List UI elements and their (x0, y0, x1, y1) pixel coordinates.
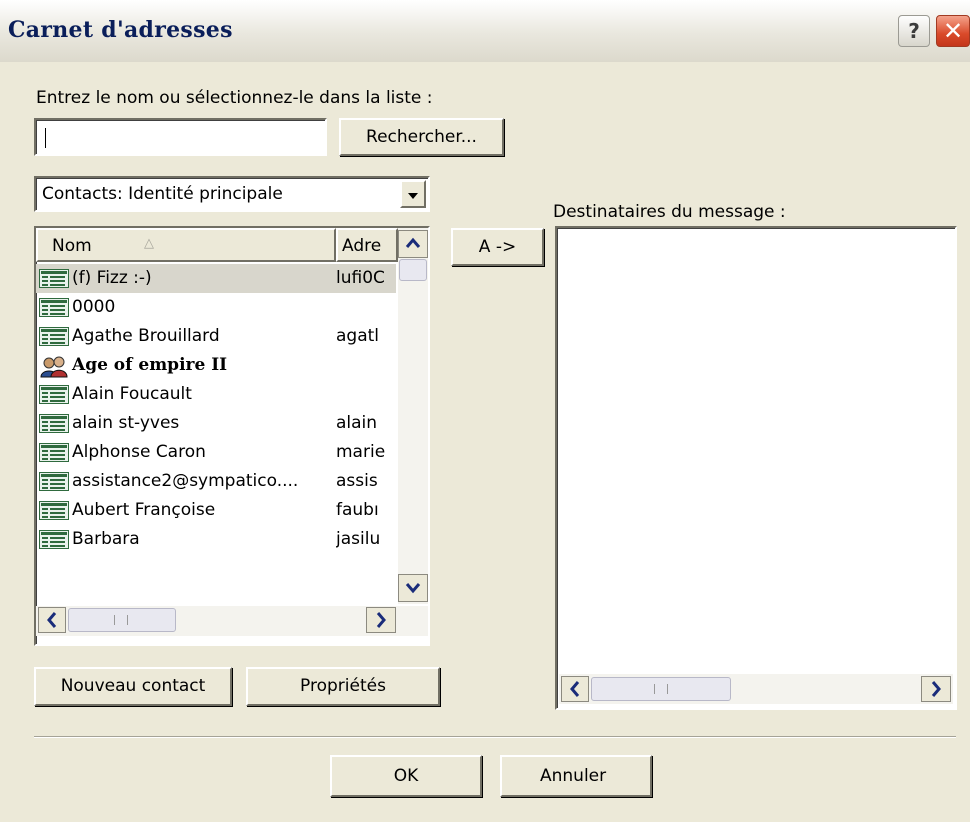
contact-row[interactable]: alain st-yves alain (36, 409, 396, 438)
scroll-thumb-horizontal[interactable] (591, 677, 731, 701)
scroll-down-icon[interactable] (398, 574, 428, 602)
column-header-name[interactable]: Nom △ (36, 228, 336, 262)
contact-name: alain st-yves (72, 413, 180, 433)
scroll-right-icon[interactable] (921, 676, 951, 702)
vertical-scrollbar[interactable] (398, 228, 428, 604)
separator (34, 736, 956, 738)
contact-list[interactable]: Nom △ Adre (f) Fizz :-) lufi0C 0000 Agathe … (34, 226, 430, 646)
new-contact-button[interactable]: Nouveau contact (34, 667, 232, 706)
contact-rows: (f) Fizz :-) lufi0C 0000 Agathe Brouillard a… (36, 264, 398, 604)
contact-name: Alphonse Caron (72, 442, 206, 462)
contact-email: alain (336, 413, 378, 433)
contact-row[interactable]: 0000 (36, 293, 396, 322)
scroll-thumb[interactable] (399, 259, 427, 281)
help-button[interactable]: ? (898, 15, 930, 47)
contact-card-icon (39, 472, 69, 491)
contact-card-icon (39, 414, 69, 433)
contact-email: lufi0C (336, 268, 385, 288)
grip-icon (654, 684, 668, 694)
contact-row[interactable]: Barbara jasilu (36, 525, 396, 554)
contact-card-icon (39, 501, 69, 520)
contact-card-icon (39, 443, 69, 462)
contact-card-icon (39, 269, 69, 288)
grip-icon (114, 615, 128, 625)
contact-email: assis (336, 471, 378, 491)
contact-row[interactable]: Alphonse Caron marie (36, 438, 396, 467)
scroll-thumb-horizontal[interactable] (68, 608, 176, 632)
contact-email: faubı (336, 500, 379, 520)
search-prompt: Entrez le nom ou sélectionnez-le dans la… (36, 88, 433, 108)
scroll-left-icon[interactable] (561, 676, 589, 702)
close-button[interactable]: ✕ (936, 15, 970, 47)
add-recipient-button[interactable]: A -> (451, 228, 544, 266)
sort-ascending-icon: △ (144, 236, 154, 251)
scroll-up-icon[interactable] (398, 230, 428, 258)
contact-name: 0000 (72, 297, 116, 317)
contact-email: agatl (336, 326, 380, 346)
contact-name: Barbara (72, 529, 140, 549)
selected-source: Contacts: Identité principale (42, 184, 283, 204)
contact-row[interactable]: assistance2@sympatico.... assis (36, 467, 396, 496)
column-header-address[interactable]: Adre (336, 228, 398, 262)
contact-row[interactable]: Aubert Françoise faubı (36, 496, 396, 525)
contact-name: Age of empire II (72, 355, 228, 375)
contact-name: Agathe Brouillard (72, 326, 220, 346)
contact-group-icon (39, 356, 69, 378)
search-input[interactable] (34, 118, 327, 156)
text-cursor (45, 128, 46, 148)
ok-button[interactable]: OK (330, 755, 482, 797)
horizontal-scrollbar[interactable] (36, 606, 428, 636)
contact-name: assistance2@sympatico.... (72, 471, 299, 491)
cancel-button[interactable]: Annuler (500, 755, 652, 797)
contact-name: (f) Fizz :-) (72, 268, 152, 288)
contact-name: Alain Foucault (72, 384, 192, 404)
contact-card-icon (39, 298, 69, 317)
contact-email: jasilu (336, 529, 381, 549)
recipients-list[interactable] (555, 226, 957, 710)
contact-row[interactable]: Agathe Brouillard agatl (36, 322, 396, 351)
recipients-horizontal-scrollbar[interactable] (559, 674, 953, 704)
properties-button[interactable]: Propriétés (246, 667, 440, 706)
window-title: Carnet d'adresses (8, 17, 233, 43)
contact-card-icon (39, 385, 69, 404)
search-button[interactable]: Rechercher... (339, 118, 504, 156)
address-book-select[interactable]: Contacts: Identité principale (34, 176, 430, 212)
contact-row[interactable]: Alain Foucault (36, 380, 396, 409)
contact-name: Aubert Françoise (72, 500, 216, 520)
scroll-left-icon[interactable] (38, 607, 66, 633)
contact-card-icon (39, 530, 69, 549)
contact-card-icon (39, 327, 69, 346)
dropdown-arrow-icon[interactable] (400, 180, 426, 208)
contact-email: marie (336, 442, 386, 462)
contact-row[interactable]: (f) Fizz :-) lufi0C (36, 264, 396, 293)
recipients-label: Destinataires du message : (553, 202, 786, 222)
contact-row[interactable]: Age of empire II (36, 351, 396, 380)
scroll-right-icon[interactable] (366, 607, 396, 633)
